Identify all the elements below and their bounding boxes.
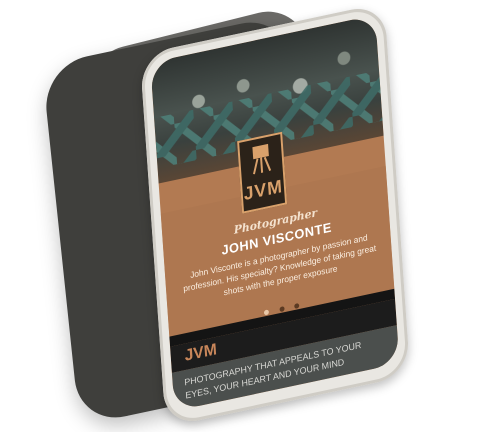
phone-screen: JVM Photographer JOHN VISCONTE John Visc… — [150, 14, 400, 412]
logo-text: JVM — [243, 175, 284, 205]
phone-mockup: JVM Photographer JOHN VISCONTE John Visc… — [139, 2, 411, 428]
jvm-logo[interactable]: JVM — [237, 131, 288, 214]
camera-tripod-icon — [249, 141, 273, 176]
brand-logo-text[interactable]: JVM — [184, 341, 217, 366]
